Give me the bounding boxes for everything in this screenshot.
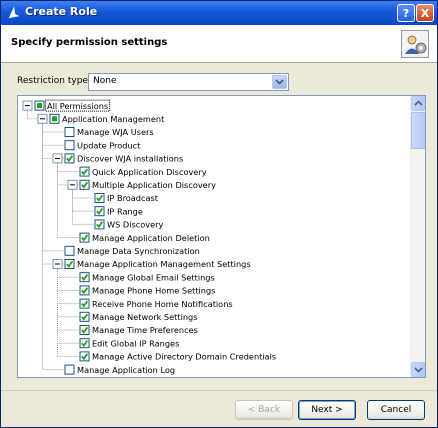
- tree-item-label: Manage Network Settings: [92, 312, 198, 322]
- tree-item[interactable]: Manage Time Preferences: [79, 325, 198, 335]
- permission-checkbox[interactable]: [79, 351, 90, 362]
- permission-checkbox[interactable]: [79, 311, 90, 322]
- window-title: Create Role: [25, 5, 98, 18]
- tree-item[interactable]: Manage Data Synchronization: [64, 245, 200, 256]
- footer-separator: [1, 390, 437, 391]
- scroll-up-button[interactable]: [411, 96, 425, 111]
- permission-checkbox[interactable]: [79, 166, 90, 177]
- permission-checkbox[interactable]: [64, 245, 75, 256]
- tree-item-label: All Permissions: [47, 101, 108, 111]
- tree-item[interactable]: WS Discovery: [94, 219, 163, 230]
- tree-item-label: Receive Phone Home Notifications: [92, 299, 233, 309]
- tree-item-label: Discover WJA installations: [77, 154, 183, 164]
- dropdown-button[interactable]: [272, 75, 287, 89]
- tree-item-label: Manage Phone Home Settings: [92, 286, 215, 296]
- restriction-type-label: Restriction type: [17, 76, 88, 86]
- tree-item[interactable]: Multiple Application Discovery: [67, 179, 216, 190]
- tree-item-label: Manage Data Synchronization: [77, 246, 200, 256]
- tree-scrollbar[interactable]: [410, 96, 425, 377]
- permission-checkbox[interactable]: [79, 298, 90, 309]
- tree-item[interactable]: Manage WJA Users: [64, 127, 154, 137]
- tree-item[interactable]: Edit Global IP Ranges: [79, 338, 179, 349]
- collapse-toggle-icon[interactable]: [52, 259, 63, 269]
- tree-item-label: Manage Application Deletion: [92, 233, 210, 243]
- wizard-header: Specify permission settings: [1, 25, 437, 63]
- cancel-button[interactable]: Cancel: [367, 400, 425, 420]
- permission-checkbox[interactable]: [79, 285, 90, 296]
- permission-checkbox[interactable]: [79, 325, 90, 335]
- chevron-down-icon: [275, 79, 284, 85]
- next-button[interactable]: Next >: [298, 400, 356, 420]
- permission-checkbox[interactable]: [79, 338, 90, 349]
- tree-item[interactable]: Manage Global Email Settings: [79, 272, 215, 283]
- tree-item-label: IP Range: [107, 206, 143, 216]
- permission-checkbox[interactable]: [94, 219, 105, 230]
- collapse-toggle-icon[interactable]: [67, 179, 78, 190]
- tree-item-label: Manage Active Directory Domain Credentia…: [92, 352, 276, 362]
- permission-checkbox[interactable]: [64, 140, 75, 151]
- permission-checkbox[interactable]: [79, 179, 90, 190]
- permission-checkbox[interactable]: [34, 100, 45, 111]
- tree-item[interactable]: Discover WJA installations: [52, 153, 183, 164]
- tree-item[interactable]: Receive Phone Home Notifications: [79, 298, 233, 309]
- tree-item[interactable]: Manage Application Management Settings: [52, 259, 251, 269]
- tree-item-label: Edit Global IP Ranges: [92, 338, 179, 348]
- scroll-thumb[interactable]: [411, 112, 425, 149]
- tree-item[interactable]: Quick Application Discovery: [79, 166, 207, 177]
- permission-checkbox[interactable]: [94, 193, 105, 203]
- tree-item-label: Multiple Application Discovery: [92, 180, 216, 190]
- app-icon: [8, 6, 20, 19]
- permission-checkbox[interactable]: [64, 153, 75, 164]
- permission-checkbox[interactable]: [64, 259, 75, 269]
- help-button[interactable]: ?: [397, 4, 415, 22]
- permissions-tree-canvas: All Permissions Application Management Man…: [22, 99, 276, 375]
- tree-item-label: WS Discovery: [107, 220, 163, 230]
- tree-item-label: Update Product: [77, 140, 141, 150]
- collapse-toggle-icon[interactable]: [22, 100, 33, 111]
- page-title: Specify permission settings: [11, 37, 168, 48]
- restriction-type-value: None: [93, 76, 117, 86]
- tree-item-label: Application Management: [62, 114, 165, 124]
- tree-item-label: Manage Application Log: [77, 365, 175, 375]
- tree-item[interactable]: Application Management: [37, 113, 165, 124]
- arrow-up-icon: [414, 100, 423, 106]
- tree-item[interactable]: All Permissions: [22, 99, 111, 112]
- tree-item[interactable]: Manage Network Settings: [79, 311, 198, 322]
- create-role-dialog: Create Role ? X Specify permission setti…: [0, 0, 438, 428]
- collapse-toggle-icon[interactable]: [52, 153, 63, 164]
- tree-item-label: Manage Global Email Settings: [92, 272, 215, 282]
- arrow-down-icon: [414, 367, 423, 373]
- tree-item-label: Manage Time Preferences: [92, 325, 198, 335]
- permission-checkbox[interactable]: [94, 206, 105, 217]
- close-button[interactable]: X: [416, 4, 434, 22]
- permission-checkbox[interactable]: [64, 364, 75, 375]
- permission-checkbox[interactable]: [49, 113, 60, 124]
- permission-checkbox[interactable]: [64, 127, 75, 137]
- scroll-down-button[interactable]: [411, 362, 425, 377]
- tree-item[interactable]: Manage Application Deletion: [79, 232, 210, 243]
- permission-checkbox[interactable]: [79, 232, 90, 243]
- tree-item-label: Manage WJA Users: [77, 127, 154, 137]
- tree-item[interactable]: IP Range: [94, 206, 143, 217]
- back-button[interactable]: < Back: [235, 400, 293, 420]
- tree-item-label: Manage Application Management Settings: [77, 259, 251, 269]
- tree-item[interactable]: IP Broadcast: [94, 193, 159, 203]
- tree-item[interactable]: Manage Phone Home Settings: [79, 285, 215, 296]
- collapse-toggle-icon[interactable]: [37, 113, 48, 124]
- tree-item-label: IP Broadcast: [107, 193, 159, 203]
- tree-item-label: Quick Application Discovery: [92, 167, 207, 177]
- permissions-tree[interactable]: All Permissions Application Management Man…: [17, 95, 426, 378]
- tree-item[interactable]: Update Product: [64, 140, 141, 151]
- tree-item[interactable]: Manage Active Directory Domain Credentia…: [79, 351, 276, 362]
- title-bar[interactable]: Create Role ? X: [1, 1, 437, 25]
- tree-item[interactable]: Manage Application Log: [64, 364, 175, 375]
- permission-checkbox[interactable]: [79, 272, 90, 283]
- restriction-type-select[interactable]: None: [88, 73, 289, 91]
- role-settings-icon: [401, 30, 429, 58]
